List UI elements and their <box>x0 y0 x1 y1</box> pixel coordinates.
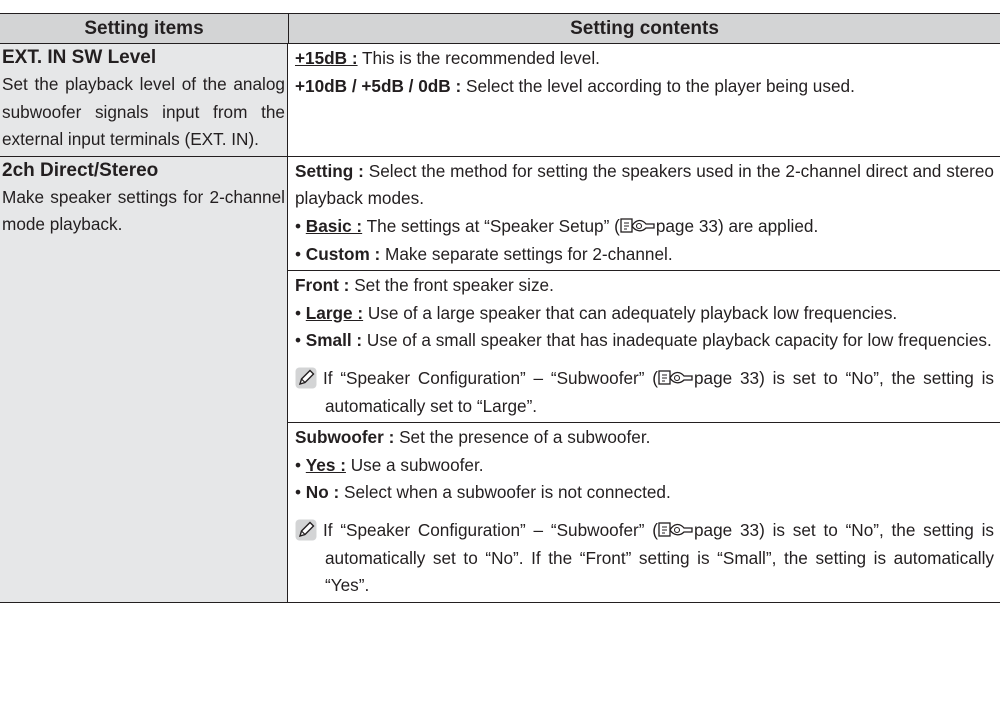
option-line: Subwoofer : Set the presence of a subwoo… <box>295 424 994 452</box>
bullet-item: • Yes : Use a subwoofer. <box>295 454 484 475</box>
header-setting-contents: Setting contents <box>570 17 719 39</box>
option-key: Large : <box>305 302 364 323</box>
option-key: +15dB : <box>295 48 358 68</box>
bullet-item: • Custom : Make separate settings for 2-… <box>295 243 673 264</box>
settings-page: Setting items Setting contents EXT. IN S… <box>0 0 1000 727</box>
option-key: Yes : <box>305 454 346 475</box>
bullet-item: • Small : Use of a small speaker that ha… <box>295 330 992 351</box>
table-row: 2ch Direct/Stereo Make speaker settings … <box>0 156 1000 603</box>
option-text: Use of a small speaker that has inadequa… <box>362 330 992 351</box>
settings-table: Setting items Setting contents EXT. IN S… <box>0 13 1000 603</box>
contents-block: +15dB : This is the recommended level. +… <box>288 44 1000 102</box>
option-key: Setting : <box>295 160 364 181</box>
option-text: Select the level according to the player… <box>461 75 855 96</box>
pencil-icon <box>295 519 317 541</box>
header-setting-items: Setting items <box>0 14 289 43</box>
option-line: +15dB : This is the recommended level. <box>295 45 994 73</box>
option-key: No : <box>305 482 340 503</box>
option-line: Setting : Select the method for setting … <box>295 158 994 213</box>
note-item: If “Speaker Configuration” – “Subwoofer”… <box>295 517 994 600</box>
note-text: If “Speaker Configuration” – “Subwoofer”… <box>323 367 658 388</box>
note-item: If “Speaker Configuration” – “Subwoofer”… <box>295 365 994 420</box>
setting-description: Make speaker settings for 2-channel mode… <box>2 186 285 235</box>
note-text: If “Speaker Configuration” – “Subwoofer”… <box>323 519 658 540</box>
setting-item-cell: 2ch Direct/Stereo Make speaker settings … <box>0 156 288 602</box>
option-line: +10dB / +5dB / 0dB : Select the level ac… <box>295 73 994 101</box>
option-text: Make separate settings for 2-channel. <box>380 243 673 264</box>
setting-contents-cell: +15dB : This is the recommended level. +… <box>288 44 1000 156</box>
option-line: Front : Set the front speaker size. <box>295 272 994 300</box>
option-text: page 33) are applied. <box>655 215 819 236</box>
option-text: Select when a subwoofer is not connected… <box>339 482 671 503</box>
contents-block: Subwoofer : Set the presence of a subwoo… <box>288 423 1000 602</box>
option-key: +10dB / +5dB / 0dB : <box>295 75 462 96</box>
setting-contents-cell: Setting : Select the method for setting … <box>288 157 1000 602</box>
setting-title: 2ch Direct/Stereo <box>2 159 159 181</box>
contents-block: Front : Set the front speaker size. • La… <box>288 271 1000 424</box>
page-reference-icon <box>658 370 693 385</box>
option-text: The settings at “Speaker Setup” ( <box>362 215 620 236</box>
option-key: Custom : <box>305 243 381 264</box>
pencil-icon <box>295 367 317 389</box>
bullet-item: • Basic : The settings at “Speaker Setup… <box>295 215 819 236</box>
option-text: This is the recommended level. <box>357 48 600 68</box>
bullet-item: • Large : Use of a large speaker that ca… <box>295 302 898 323</box>
page-reference-icon <box>620 218 655 233</box>
table-header: Setting items Setting contents <box>0 13 1000 44</box>
option-text: Set the front speaker size. <box>349 275 554 296</box>
option-text: Select the method for setting the speake… <box>295 160 994 209</box>
option-key: Subwoofer : <box>295 427 395 448</box>
option-key: Front : <box>295 275 350 296</box>
option-key: Small : <box>305 330 363 351</box>
option-text: Use of a large speaker that can adequate… <box>363 302 898 323</box>
bullet-item: • No : Select when a subwoofer is not co… <box>295 482 671 503</box>
setting-title: EXT. IN SW Level <box>2 47 157 68</box>
option-key: Basic : <box>305 215 363 236</box>
table-row: EXT. IN SW Level Set the playback level … <box>0 44 1000 157</box>
contents-block: Setting : Select the method for setting … <box>288 157 1000 272</box>
setting-description: Set the playback level of the analog sub… <box>2 74 285 150</box>
setting-item-cell: EXT. IN SW Level Set the playback level … <box>0 44 288 156</box>
option-text: Set the presence of a subwoofer. <box>394 427 651 448</box>
option-text: Use a subwoofer. <box>345 454 484 475</box>
page-reference-icon <box>658 522 693 537</box>
